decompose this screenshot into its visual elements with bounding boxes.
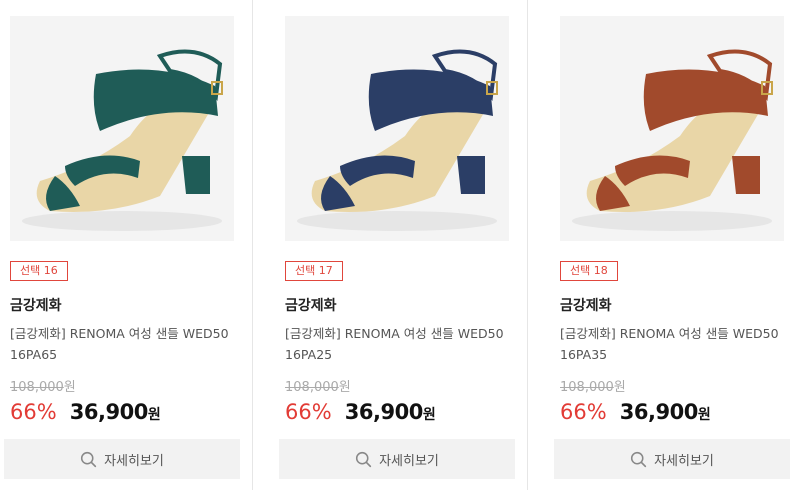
selection-badge: 선택 17 [285,261,343,281]
product-card[interactable]: 선택 16 금강제화 [금강제화] RENOMA 여성 샌들 WED50 16P… [4,0,240,490]
selection-badge: 선택 16 [10,261,68,281]
view-details-label: 자세히보기 [379,453,439,469]
view-details-label: 자세히보기 [104,453,164,469]
card-divider [527,0,528,490]
discount-rate: 66% [10,400,57,424]
original-price: 108,000원 [285,380,351,395]
sale-price: 36,900 [344,400,424,424]
price-row: 66% 36,900원 [10,400,161,424]
sale-price: 36,900 [619,400,699,424]
search-icon [356,451,372,467]
product-name[interactable]: [금강제화] RENOMA 여성 샌들 WED50 16PA25 [285,323,513,365]
currency-unit: 원 [147,407,161,423]
search-icon [631,451,647,467]
sale-price: 36,900 [69,400,149,424]
discount-rate: 66% [285,400,332,424]
price-row: 66% 36,900원 [285,400,436,424]
card-divider [252,0,253,490]
view-details-button[interactable]: 자세히보기 [554,439,790,479]
search-icon [81,451,97,467]
brand-name: 금강제화 [560,298,612,314]
product-image[interactable] [285,16,509,241]
brand-name: 금강제화 [285,298,337,314]
view-details-button[interactable]: 자세히보기 [279,439,515,479]
discount-rate: 66% [560,400,607,424]
view-details-button[interactable]: 자세히보기 [4,439,240,479]
product-name[interactable]: [금강제화] RENOMA 여성 샌들 WED50 16PA35 [560,323,788,365]
sandal-brown-image [560,16,784,241]
original-price: 108,000원 [560,380,626,395]
price-row: 66% 36,900원 [560,400,711,424]
selection-badge: 선택 18 [560,261,618,281]
product-image[interactable] [560,16,784,241]
currency-unit: 원 [697,407,711,423]
sandal-green-image [10,16,234,241]
brand-name: 금강제화 [10,298,62,314]
product-card[interactable]: 선택 18 금강제화 [금강제화] RENOMA 여성 샌들 WED50 16P… [554,0,790,490]
view-details-label: 자세히보기 [654,453,714,469]
product-card[interactable]: 선택 17 금강제화 [금강제화] RENOMA 여성 샌들 WED50 16P… [279,0,515,490]
sandal-navy-image [285,16,509,241]
original-price: 108,000원 [10,380,76,395]
currency-unit: 원 [422,407,436,423]
product-name[interactable]: [금강제화] RENOMA 여성 샌들 WED50 16PA65 [10,323,238,365]
product-image[interactable] [10,16,234,241]
